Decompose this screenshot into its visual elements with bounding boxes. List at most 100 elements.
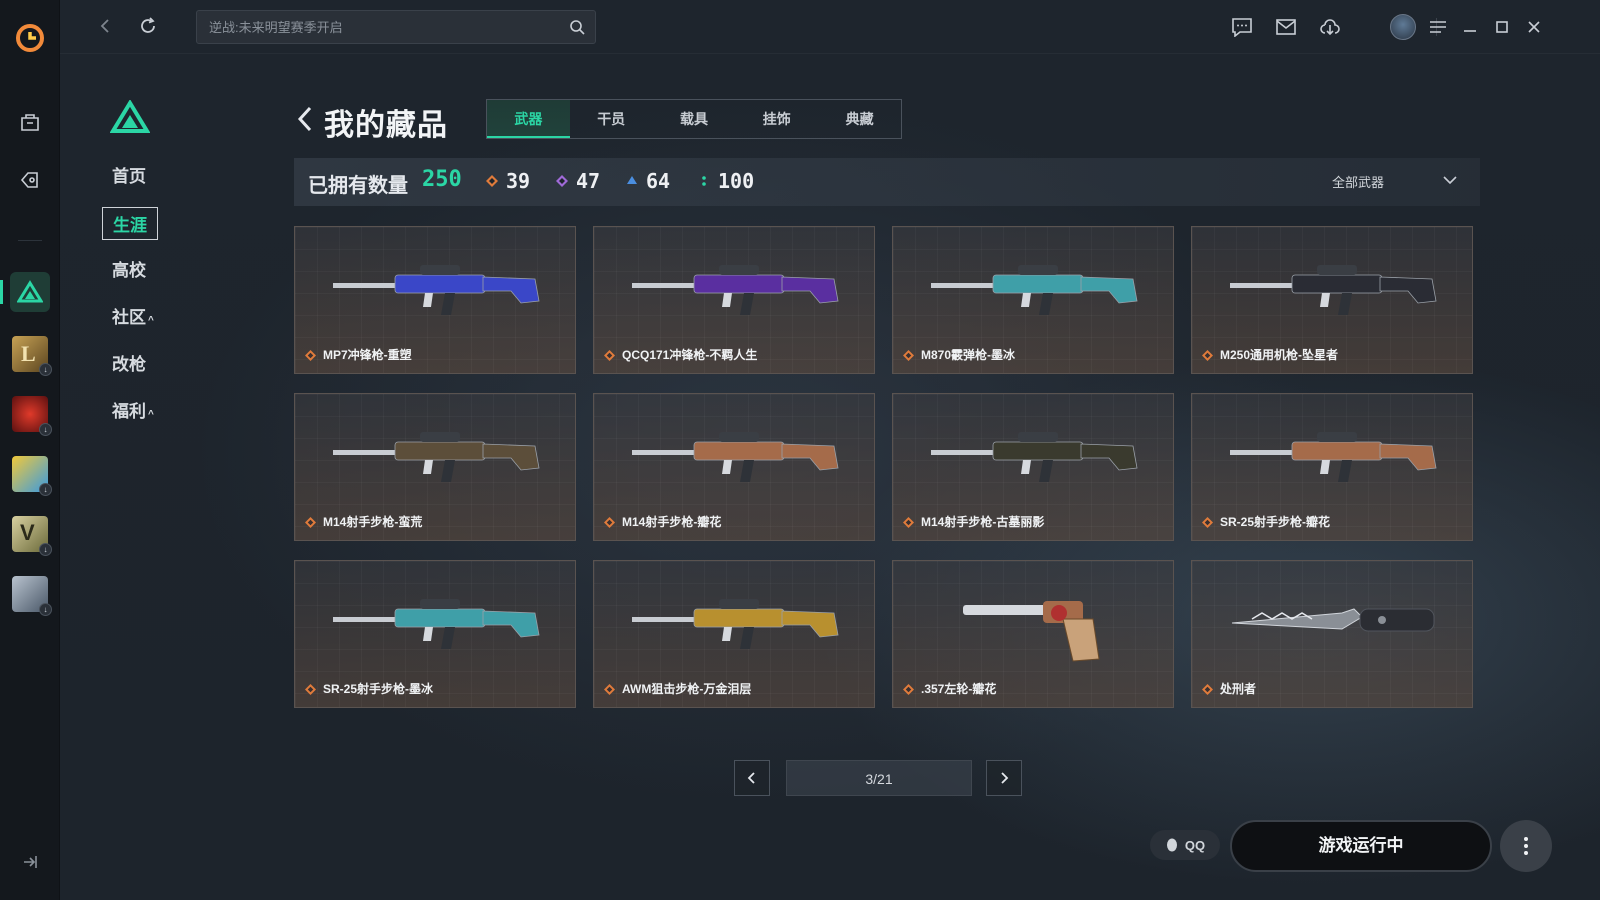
collection-item-card[interactable]: SR-25射手步枪-瓣花 — [1191, 393, 1473, 541]
item-name: M870霰弹枪-墨冰 — [921, 348, 1016, 362]
rifle-image — [931, 265, 1138, 315]
chevron-down-icon — [1443, 176, 1457, 185]
download-icon: ↓ — [39, 483, 52, 496]
next-page-button[interactable] — [986, 760, 1022, 796]
game-soldier-icon[interactable]: ↓ — [12, 576, 52, 616]
collection-item-card[interactable]: MP7冲锋枪-重塑 — [294, 226, 576, 374]
page-back-icon[interactable] — [294, 104, 316, 134]
rifle-image — [632, 599, 839, 649]
rarity-count: 64 — [646, 169, 671, 193]
side-nav-community[interactable]: 社区 ^ — [112, 303, 154, 328]
rifle-image — [1230, 265, 1437, 315]
collection-item-card[interactable]: M14射手步枪-古墓丽影 — [892, 393, 1174, 541]
owned-count-label: 已拥有数量 — [308, 175, 408, 197]
mail-icon[interactable] — [1274, 15, 1298, 39]
search-box[interactable] — [196, 10, 596, 44]
rarity-gem-icon — [702, 176, 706, 186]
more-vertical-icon — [1524, 837, 1528, 855]
item-name: AWM狙击步枪-万金泪层 — [622, 682, 752, 696]
filter-label: 全部武器 — [1332, 175, 1385, 190]
rarity-gem-icon — [903, 350, 914, 361]
qq-login-chip[interactable]: QQ — [1150, 830, 1220, 860]
tab-operators[interactable]: 干员 — [570, 100, 653, 138]
collection-item-card[interactable]: M870霰弹枪-墨冰 — [892, 226, 1174, 374]
collection-item-card[interactable]: QCQ171冲锋枪-不羁人生 — [593, 226, 875, 374]
chat-icon[interactable] — [1230, 15, 1254, 39]
qq-penguin-icon — [1166, 838, 1177, 852]
download-icon: ↓ — [39, 543, 52, 556]
rarity-gem-icon — [903, 684, 914, 695]
rarity-epic-count: 47 — [556, 169, 600, 193]
side-nav-label: 福利 — [112, 402, 146, 421]
rarity-gem-icon — [627, 176, 637, 184]
game-cartoon-icon[interactable]: ↓ — [12, 456, 52, 496]
collection-item-card[interactable]: 处刑者 — [1191, 560, 1473, 708]
tab-collectibles[interactable]: 典藏 — [818, 100, 901, 138]
expand-sidebar-icon[interactable] — [20, 852, 40, 872]
knife-image — [1231, 608, 1435, 632]
collection-item-card[interactable]: AWM狙击步枪-万金泪层 — [593, 560, 875, 708]
rarity-common-count: 100 — [698, 169, 754, 193]
game-red-icon[interactable]: ↓ — [12, 396, 52, 436]
game-lol-icon[interactable]: L ↓ — [12, 336, 52, 376]
item-name: M14射手步枪-瓣花 — [622, 515, 722, 529]
minimize-icon[interactable] — [1458, 15, 1482, 39]
rarity-gem-icon — [556, 175, 568, 187]
game-nz-icon[interactable] — [0, 272, 50, 312]
item-name: QCQ171冲锋枪-不羁人生 — [622, 348, 758, 362]
item-name: M14射手步枪-古墓丽影 — [921, 515, 1045, 529]
rarity-gem-icon — [305, 517, 316, 528]
user-avatar[interactable] — [1390, 14, 1416, 40]
item-name: .357左轮-瓣花 — [921, 682, 997, 696]
collection-item-card[interactable]: SR-25射手步枪-墨冰 — [294, 560, 576, 708]
rarity-gem-icon — [305, 684, 316, 695]
collection-item-card[interactable]: M14射手步枪-瓣花 — [593, 393, 875, 541]
store-icon[interactable] — [10, 102, 50, 142]
download-manager-icon[interactable] — [1318, 15, 1342, 39]
download-icon: ↓ — [39, 423, 52, 436]
item-name: M250通用机枪-坠星者 — [1220, 348, 1339, 362]
caret-up-icon: ^ — [148, 409, 154, 420]
owned-count-total: 250 — [422, 167, 462, 192]
revolver-image — [963, 601, 1100, 662]
download-icon: ↓ — [39, 603, 52, 616]
tab-charms[interactable]: 挂饰 — [735, 100, 818, 138]
pagination: 3/21 — [734, 760, 1024, 798]
rarity-gem-icon — [1202, 684, 1213, 695]
maximize-icon[interactable] — [1490, 15, 1514, 39]
weapon-filter-dropdown[interactable]: 全部武器 — [1332, 172, 1462, 191]
refresh-icon[interactable] — [136, 14, 160, 38]
collection-item-card[interactable]: M14射手步枪-蛮荒 — [294, 393, 576, 541]
search-icon[interactable] — [569, 19, 585, 35]
tab-weapons[interactable]: 武器 — [487, 100, 570, 138]
game-valorant-icon[interactable]: V ↓ — [12, 516, 52, 556]
rifle-image — [632, 265, 839, 315]
game-running-button[interactable]: 游戏运行中 — [1230, 820, 1492, 872]
side-nav-school[interactable]: 高校 — [112, 256, 146, 281]
tab-vehicles[interactable]: 载具 — [653, 100, 736, 138]
rarity-gem-icon — [1202, 517, 1213, 528]
item-name: SR-25射手步枪-墨冰 — [323, 682, 434, 696]
rifle-image — [333, 599, 540, 649]
back-icon[interactable] — [94, 14, 118, 38]
menu-icon[interactable] — [1426, 15, 1450, 39]
collection-item-card[interactable]: M250通用机枪-坠星者 — [1191, 226, 1473, 374]
side-nav-home[interactable]: 首页 — [112, 162, 146, 187]
rarity-gem-icon — [486, 175, 498, 187]
close-icon[interactable] — [1522, 15, 1546, 39]
rifle-image — [1230, 432, 1437, 482]
side-nav-gunsmith[interactable]: 改枪 — [112, 350, 146, 375]
more-options-button[interactable] — [1500, 820, 1552, 872]
side-nav-label: 生涯 — [113, 216, 147, 235]
item-name: SR-25射手步枪-瓣花 — [1220, 515, 1331, 529]
app-logo-icon[interactable] — [14, 22, 46, 54]
rarity-count: 100 — [718, 169, 755, 193]
rarity-gem-icon — [1202, 350, 1213, 361]
side-nav-career[interactable]: 生涯 — [102, 207, 158, 240]
side-nav-welfare[interactable]: 福利 ^ — [112, 397, 154, 422]
tag-icon[interactable] — [10, 160, 50, 200]
item-name: 处刑者 — [1220, 682, 1257, 696]
search-input[interactable] — [197, 11, 547, 43]
prev-page-button[interactable] — [734, 760, 770, 796]
collection-item-card[interactable]: .357左轮-瓣花 — [892, 560, 1174, 708]
